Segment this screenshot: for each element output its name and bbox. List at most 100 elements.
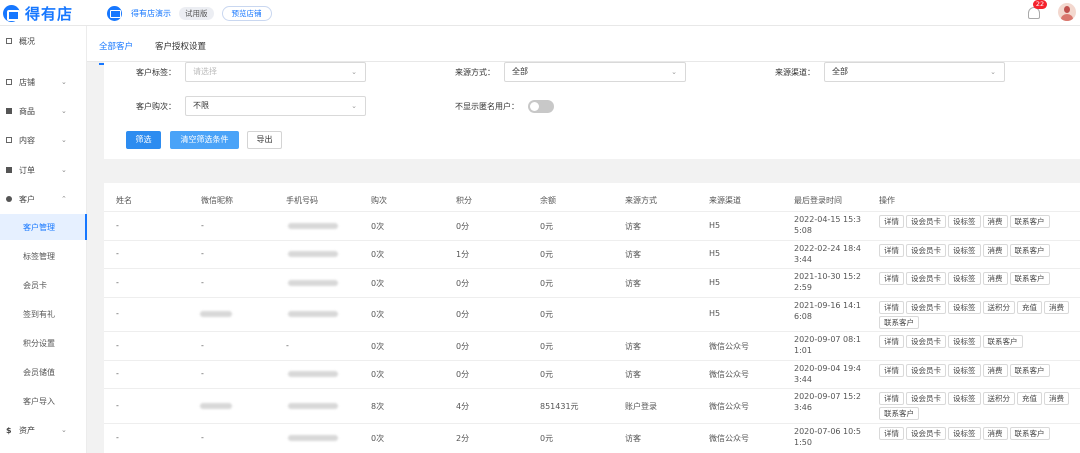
- times-select[interactable]: 不限 ⌄: [185, 96, 366, 116]
- channel-select[interactable]: 全部 ⌄: [824, 62, 1005, 82]
- sidebar-item-content[interactable]: 内容 ⌄: [0, 129, 87, 151]
- brand-logo[interactable]: 得有店: [3, 4, 73, 23]
- source-select-value: 全部: [512, 67, 528, 76]
- row-action-button[interactable]: 设会员卡: [906, 392, 946, 405]
- sidebar-sub-item[interactable]: 签到有礼: [0, 301, 87, 327]
- wechat-nickname: -: [201, 249, 204, 258]
- row-action-button[interactable]: 设标签: [948, 215, 981, 228]
- row-action-button[interactable]: 联系客户: [1009, 215, 1050, 228]
- row-action-button[interactable]: 设会员卡: [906, 301, 946, 314]
- column-header: 姓名: [116, 196, 132, 205]
- row-action-button[interactable]: 联系客户: [1009, 427, 1050, 440]
- row-action-button[interactable]: 消费: [1044, 392, 1069, 405]
- tab-all-customers[interactable]: 全部客户: [99, 40, 134, 65]
- row-action-button[interactable]: 消费: [982, 272, 1008, 285]
- avatar[interactable]: [1058, 3, 1076, 21]
- chevron-down-icon: ⌄: [61, 78, 67, 86]
- row-action-button[interactable]: 消费: [982, 427, 1008, 440]
- times-filter-label: 客户购次：: [136, 102, 176, 111]
- source-channel: 微信公众号: [709, 402, 749, 411]
- sidebar-sub-item[interactable]: 会员卡: [0, 272, 87, 298]
- sidebar-sub-item[interactable]: 会员储值: [0, 359, 87, 385]
- row-actions: 详情 设会员卡 设标签 联系客户: [879, 335, 1080, 350]
- sidebar-sub-item[interactable]: 积分设置: [0, 330, 87, 356]
- row-action-button[interactable]: 详情: [879, 392, 904, 405]
- customer-name: -: [116, 433, 119, 442]
- sidebar-sub-label: 会员卡: [23, 281, 47, 290]
- sidebar-item-assets[interactable]: $ 资产 ⌄: [0, 419, 87, 441]
- row-action-button[interactable]: 消费: [982, 364, 1008, 377]
- hide-anonymous-toggle[interactable]: [528, 100, 554, 113]
- store-name[interactable]: 得有店演示: [131, 8, 171, 19]
- sidebar-sub-item[interactable]: 客户导入: [0, 388, 87, 414]
- row-action-button[interactable]: 联系客户: [1009, 244, 1050, 257]
- row-action-button[interactable]: 详情: [879, 301, 904, 314]
- filter-button[interactable]: 筛选: [126, 131, 161, 149]
- column-header: 最后登录时间: [794, 196, 842, 205]
- source-channel: 微信公众号: [709, 342, 749, 351]
- export-button[interactable]: 导出: [247, 131, 282, 149]
- chevron-down-icon: ⌄: [61, 136, 67, 144]
- row-action-button[interactable]: 联系客户: [879, 407, 919, 420]
- row-action-button[interactable]: 设会员卡: [906, 215, 946, 228]
- row-action-button[interactable]: 设会员卡: [906, 244, 946, 257]
- sidebar-sub-item[interactable]: 客户管理: [0, 214, 87, 240]
- sidebar-item-goods[interactable]: 商品 ⌄: [0, 100, 87, 122]
- purchase-count: 0次: [371, 310, 385, 319]
- tab-auth-settings[interactable]: 客户授权设置: [155, 40, 206, 52]
- source-method: 访客: [625, 342, 641, 351]
- row-action-button[interactable]: 设标签: [948, 301, 981, 314]
- sidebar-item-label: 资产: [19, 425, 35, 435]
- row-action-button[interactable]: 详情: [879, 335, 904, 348]
- sidebar-item-store[interactable]: 店铺 ⌄: [0, 71, 87, 93]
- row-action-button[interactable]: 联系客户: [1009, 272, 1050, 285]
- row-action-button[interactable]: 详情: [879, 427, 904, 440]
- row-action-button[interactable]: 充值: [1017, 392, 1042, 405]
- row-action-button[interactable]: 设会员卡: [906, 364, 946, 377]
- sidebar-sub-item[interactable]: 标签管理: [0, 243, 87, 269]
- row-actions: 详情 设会员卡 设标签 消费 联系客户: [879, 364, 1080, 379]
- row-action-button[interactable]: 详情: [879, 364, 904, 377]
- preview-store-button[interactable]: 预览店铺: [221, 5, 272, 21]
- sidebar-item-customers[interactable]: 客户 ⌃: [0, 188, 87, 210]
- sidebar-sub-label: 客户导入: [23, 397, 55, 406]
- row-action-button[interactable]: 设标签: [948, 335, 981, 348]
- sidebar-item-label: 内容: [19, 135, 35, 145]
- points: 0分: [456, 222, 470, 231]
- row-action-button[interactable]: 设会员卡: [906, 272, 946, 285]
- row-action-button[interactable]: 详情: [879, 215, 904, 228]
- phone-number: -: [286, 341, 289, 350]
- row-action-button[interactable]: 设标签: [948, 364, 981, 377]
- row-action-button[interactable]: 设会员卡: [906, 427, 946, 440]
- tag-select[interactable]: 请选择 ⌄: [185, 62, 366, 82]
- sidebar-item-overview[interactable]: 概况: [0, 30, 87, 52]
- row-action-button[interactable]: 消费: [1044, 301, 1069, 314]
- channel-select-value: 全部: [832, 67, 848, 76]
- sidebar-item-orders[interactable]: 订单 ⌄: [0, 159, 87, 181]
- row-action-button[interactable]: 设标签: [948, 272, 981, 285]
- sidebar-item-label: 订单: [19, 165, 35, 175]
- row-action-button[interactable]: 设标签: [948, 427, 981, 440]
- row-action-button[interactable]: 送积分: [982, 392, 1015, 405]
- row-action-button[interactable]: 消费: [982, 215, 1008, 228]
- row-action-button[interactable]: 设会员卡: [906, 335, 946, 348]
- row-action-button[interactable]: 送积分: [982, 301, 1015, 314]
- chevron-down-icon: ⌄: [990, 68, 996, 76]
- row-action-button[interactable]: 充值: [1017, 301, 1042, 314]
- row-action-button[interactable]: 联系客户: [1009, 364, 1050, 377]
- row-action-button[interactable]: 详情: [879, 272, 904, 285]
- balance: 851431元: [540, 402, 579, 411]
- row-action-button[interactable]: 设标签: [948, 244, 981, 257]
- row-action-button[interactable]: 联系客户: [879, 316, 919, 329]
- row-action-button[interactable]: 联系客户: [982, 335, 1023, 348]
- sidebar-sub-label: 客户管理: [23, 223, 55, 232]
- chevron-down-icon: ⌄: [61, 166, 67, 174]
- clear-filter-button[interactable]: 清空筛选条件: [170, 131, 239, 149]
- row-action-button[interactable]: 设标签: [948, 392, 981, 405]
- chevron-down-icon: ⌄: [61, 107, 67, 115]
- points: 0分: [456, 342, 470, 351]
- row-action-button[interactable]: 消费: [982, 244, 1008, 257]
- last-login-time: 2020-09-07 08:11:01: [794, 335, 861, 355]
- source-select[interactable]: 全部 ⌄: [504, 62, 686, 82]
- row-action-button[interactable]: 详情: [879, 244, 904, 257]
